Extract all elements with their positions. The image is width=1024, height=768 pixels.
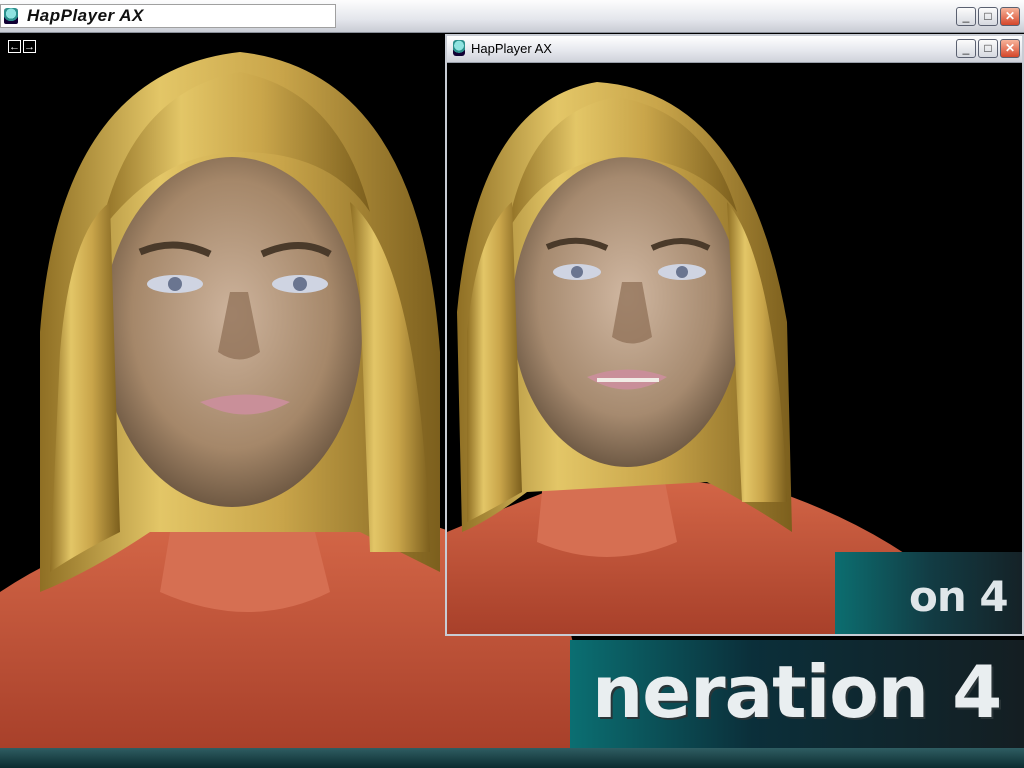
popup-title-bar[interactable]: HapPlayer AX _ □ ✕: [447, 36, 1022, 63]
popup-maximize-button[interactable]: □: [978, 39, 998, 58]
avatar-render-popup: on 4: [447, 62, 1022, 634]
back-arrow-icon[interactable]: ←: [8, 40, 21, 53]
popup-window[interactable]: HapPlayer AX _ □ ✕ on 4: [445, 34, 1024, 636]
popup-minimize-button[interactable]: _: [956, 39, 976, 58]
popup-close-button[interactable]: ✕: [1000, 39, 1020, 58]
popup-window-title: HapPlayer AX: [471, 41, 552, 56]
app-icon: [4, 8, 18, 24]
banner-text-main: neration 4: [592, 650, 1002, 734]
bottom-bar: [0, 748, 1024, 768]
banner-text-popup: on 4: [909, 572, 1009, 621]
close-button[interactable]: ✕: [1000, 7, 1020, 26]
main-window-title: HapPlayer AX: [27, 6, 144, 25]
nav-arrows[interactable]: ← →: [8, 40, 36, 53]
minimize-button[interactable]: _: [956, 7, 976, 26]
maximize-button[interactable]: □: [978, 7, 998, 26]
main-title-bar[interactable]: HapPlayer AX _ □ ✕: [0, 0, 1024, 33]
app-icon: [453, 40, 465, 56]
forward-arrow-icon[interactable]: →: [23, 40, 36, 53]
